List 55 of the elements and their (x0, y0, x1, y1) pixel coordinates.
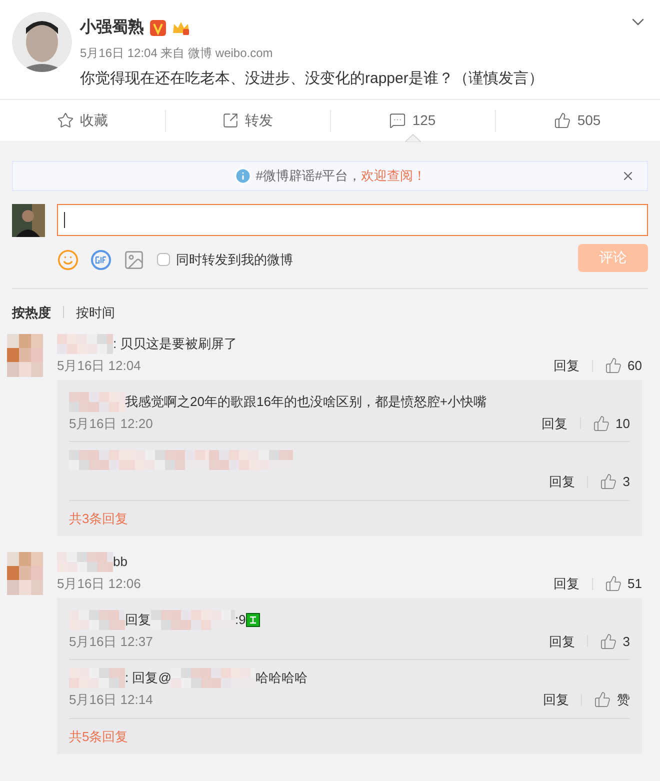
comment-text: 回复 (125, 610, 151, 629)
comment-text: : 回复@ (125, 669, 172, 688)
thumbs-up-icon (594, 691, 611, 708)
emoji-icon (246, 612, 260, 626)
thumbs-up-icon (600, 632, 617, 650)
thumbs-up-icon (600, 473, 617, 490)
post-meta: 5月16日 12:04 来自 微博 weibo.com (80, 45, 274, 62)
comment-text: 我感觉啊之20年的歌跟16年的也没啥区别，都是愤怒腔+小快嘴 (125, 392, 487, 411)
comment-text: :9 (235, 610, 246, 629)
like-button[interactable]: 3 (600, 472, 630, 492)
like-button[interactable]: 赞 (594, 690, 630, 710)
info-icon (234, 166, 252, 184)
like-button[interactable]: 51 (604, 574, 642, 594)
comment-time: 5月16日 12:20 (69, 414, 153, 432)
author-name[interactable]: 小强蜀熟 (80, 16, 144, 40)
reply-link[interactable]: 回复 (554, 356, 580, 376)
star-icon (57, 112, 74, 128)
reply-link[interactable]: 回复 (543, 690, 569, 710)
thumbs-up-icon (554, 112, 572, 128)
action-button[interactable]: 转发 (222, 110, 273, 130)
thumbs-up-icon (604, 575, 622, 592)
sort-tab[interactable]: 按热度 (12, 302, 51, 322)
action-button[interactable]: 收藏 (57, 110, 108, 130)
post-text: 你觉得现在还在吃老本、没进步、没变化的rapper是谁？（谨慎发言） (80, 69, 544, 89)
comment-text: 哈哈哈哈 (255, 669, 308, 688)
like-button[interactable]: 3 (600, 632, 630, 651)
smiley-icon[interactable] (57, 248, 79, 270)
action-button[interactable]: 125 (389, 110, 436, 130)
share-icon (222, 112, 239, 128)
verified-badge-icon (150, 20, 166, 36)
gif-icon[interactable] (91, 250, 111, 270)
reply-link[interactable]: 回复 (542, 414, 568, 433)
repost-label: 同时转发到我的微博 (176, 250, 293, 269)
comment-time: 5月16日 12:06 (57, 575, 141, 593)
comment-text: : 贝贝这是要被刷屏了 (113, 335, 238, 354)
image-icon[interactable] (123, 248, 145, 270)
comment-time: 5月16日 12:37 (69, 632, 153, 650)
reply-link[interactable]: 回复 (548, 632, 575, 651)
comment-time: 5月16日 12:04 (57, 357, 141, 375)
crown-icon (172, 20, 190, 36)
comment-icon (389, 112, 406, 128)
like-button[interactable]: 60 (604, 356, 642, 376)
comment-time: 5月16日 12:14 (69, 691, 153, 709)
text-cursor-icon (64, 212, 65, 228)
thumbs-up-icon (604, 357, 622, 374)
thumbs-up-icon (592, 414, 610, 432)
comment-text: bb (113, 553, 128, 572)
notice-text: #微博辟谣#平台，欢迎查阅！ (256, 166, 426, 185)
comment-input[interactable] (57, 204, 648, 236)
sort-tab[interactable]: 按时间 (76, 302, 115, 322)
repost-checkbox[interactable] (157, 253, 170, 266)
action-button[interactable]: 505 (554, 110, 601, 130)
like-button[interactable]: 10 (592, 414, 630, 433)
reply-link[interactable]: 回复 (554, 574, 580, 594)
reply-link[interactable]: 回复 (548, 472, 575, 492)
